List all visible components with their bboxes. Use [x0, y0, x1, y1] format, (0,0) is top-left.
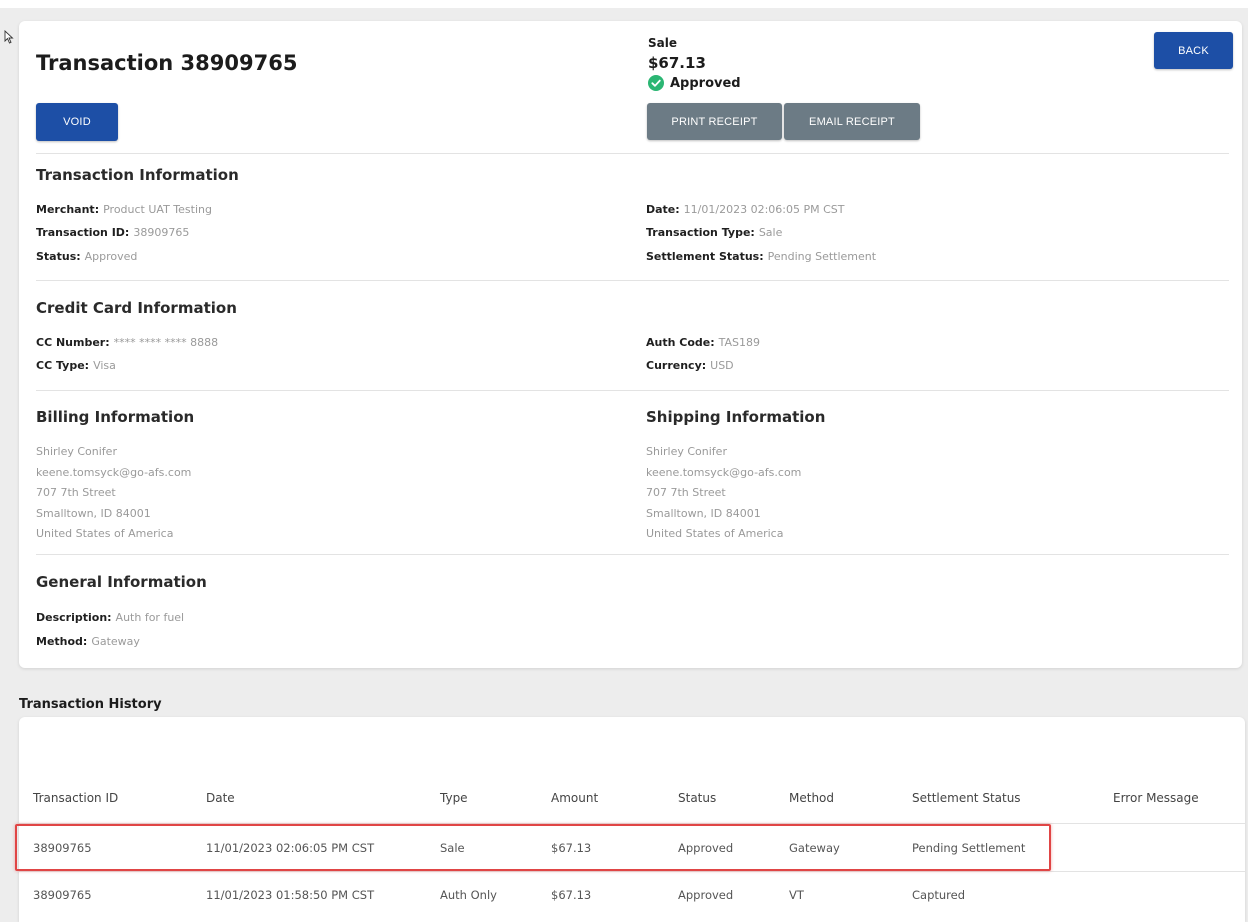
- currency-value: USD: [710, 359, 734, 372]
- status-value: Approved: [84, 250, 138, 263]
- transaction-type-value: Sale: [758, 226, 783, 239]
- description-value: Auth for fuel: [115, 611, 185, 624]
- shipping-street: 707 7th Street: [646, 486, 726, 499]
- description-label: Description:: [36, 611, 112, 624]
- date-label: Date:: [646, 203, 680, 216]
- merchant-value: Product UAT Testing: [103, 203, 212, 216]
- date-field: Date: 11/01/2023 02:06:05 PM CST: [646, 203, 844, 216]
- cell-date: 11/01/2023 01:58:50 PM CST: [206, 888, 375, 902]
- transaction-history-table: Transaction ID Date Type Amount Status M…: [15, 717, 1245, 922]
- column-header-type[interactable]: Type: [440, 791, 468, 805]
- transaction-id-label: Transaction ID:: [36, 226, 130, 239]
- divider: [36, 153, 1229, 154]
- shipping-address: Shirley Conifer keene.tomsyck@go-afs.com…: [646, 442, 801, 545]
- settlement-status-label: Settlement Status:: [646, 250, 764, 263]
- auth-code-label: Auth Code:: [646, 336, 715, 349]
- cell-amount: $67.13: [551, 888, 592, 902]
- summary-status-label: Approved: [670, 75, 741, 91]
- method-field: Method: Gateway: [36, 635, 140, 648]
- cc-number-label: CC Number:: [36, 336, 110, 349]
- print-receipt-button[interactable]: PRINT RECEIPT: [647, 103, 782, 140]
- general-info-title: General Information: [36, 573, 207, 591]
- shipping-info-title: Shipping Information: [646, 408, 826, 426]
- status-label: Status:: [36, 250, 81, 263]
- void-button[interactable]: VOID: [36, 103, 118, 141]
- cell-status: Approved: [678, 888, 734, 902]
- billing-city: Smalltown, ID 84001: [36, 506, 151, 520]
- method-label: Method:: [36, 635, 88, 648]
- transaction-detail-card: Transaction 38909765 VOID BACK Sale $67.…: [19, 21, 1242, 668]
- page-title: Transaction 38909765: [36, 51, 298, 75]
- transaction-info-title: Transaction Information: [36, 166, 239, 184]
- billing-street: 707 7th Street: [36, 486, 116, 499]
- cell-transaction-id: 38909765: [33, 888, 92, 902]
- currency-label: Currency:: [646, 359, 707, 372]
- cell-method: VT: [789, 888, 804, 902]
- billing-country: United States of America: [36, 527, 174, 540]
- date-value: 11/01/2023 02:06:05 PM CST: [683, 203, 845, 216]
- email-receipt-button[interactable]: EMAIL RECEIPT: [784, 103, 920, 140]
- cell-type: Auth Only: [440, 888, 497, 902]
- settlement-status-field: Settlement Status: Pending Settlement: [646, 250, 876, 263]
- transaction-summary: Sale $67.13 Approved: [648, 36, 741, 91]
- column-header-date[interactable]: Date: [206, 791, 235, 805]
- check-circle-icon: [648, 75, 664, 91]
- currency-field: Currency: USD: [646, 359, 734, 372]
- billing-name: Shirley Conifer: [36, 445, 117, 458]
- method-value: Gateway: [91, 635, 140, 648]
- transaction-id-field: Transaction ID: 38909765: [36, 226, 189, 239]
- summary-type: Sale: [648, 36, 677, 50]
- auth-code-value: TAS189: [718, 336, 761, 349]
- column-header-transaction-id[interactable]: Transaction ID: [33, 791, 118, 805]
- credit-card-info-title: Credit Card Information: [36, 299, 237, 317]
- status-field: Status: Approved: [36, 250, 137, 263]
- divider: [36, 554, 1229, 555]
- shipping-email: keene.tomsyck@go-afs.com: [646, 465, 802, 479]
- divider: [36, 280, 1229, 281]
- transaction-history-title: Transaction History: [19, 697, 162, 712]
- cc-number-field: CC Number: **** **** **** 8888: [36, 336, 218, 349]
- summary-amount: $67.13: [648, 54, 706, 72]
- row-highlight-annotation: [15, 824, 1051, 871]
- mouse-cursor-icon: [4, 30, 14, 44]
- cc-number-value: **** **** **** 8888: [113, 336, 219, 349]
- summary-status: Approved: [648, 75, 741, 91]
- billing-info-title: Billing Information: [36, 408, 195, 426]
- column-header-error-message[interactable]: Error Message: [1113, 791, 1199, 805]
- back-button[interactable]: BACK: [1154, 32, 1233, 69]
- billing-email: keene.tomsyck@go-afs.com: [36, 465, 192, 479]
- shipping-country: United States of America: [646, 527, 784, 540]
- column-header-amount[interactable]: Amount: [551, 791, 598, 805]
- cc-type-field: CC Type: Visa: [36, 359, 116, 372]
- transaction-type-field: Transaction Type: Sale: [646, 226, 782, 239]
- page-top-strip: [0, 0, 1248, 8]
- auth-code-field: Auth Code: TAS189: [646, 336, 760, 349]
- cc-type-label: CC Type:: [36, 359, 90, 372]
- column-header-method[interactable]: Method: [789, 791, 834, 805]
- settlement-status-value: Pending Settlement: [767, 250, 877, 263]
- cc-type-value: Visa: [93, 359, 116, 372]
- billing-address: Shirley Conifer keene.tomsyck@go-afs.com…: [36, 442, 191, 545]
- divider: [36, 390, 1229, 391]
- merchant-field: Merchant: Product UAT Testing: [36, 203, 212, 216]
- cell-settlement-status: Captured: [912, 888, 966, 902]
- row-divider: [19, 871, 1245, 872]
- shipping-city: Smalltown, ID 84001: [646, 506, 761, 520]
- column-header-status[interactable]: Status: [678, 791, 716, 805]
- description-field: Description: Auth for fuel: [36, 611, 184, 624]
- column-header-settlement-status[interactable]: Settlement Status: [912, 791, 1021, 805]
- merchant-label: Merchant:: [36, 203, 100, 216]
- transaction-id-value: 38909765: [133, 226, 190, 239]
- transaction-type-label: Transaction Type:: [646, 226, 755, 239]
- shipping-name: Shirley Conifer: [646, 445, 727, 458]
